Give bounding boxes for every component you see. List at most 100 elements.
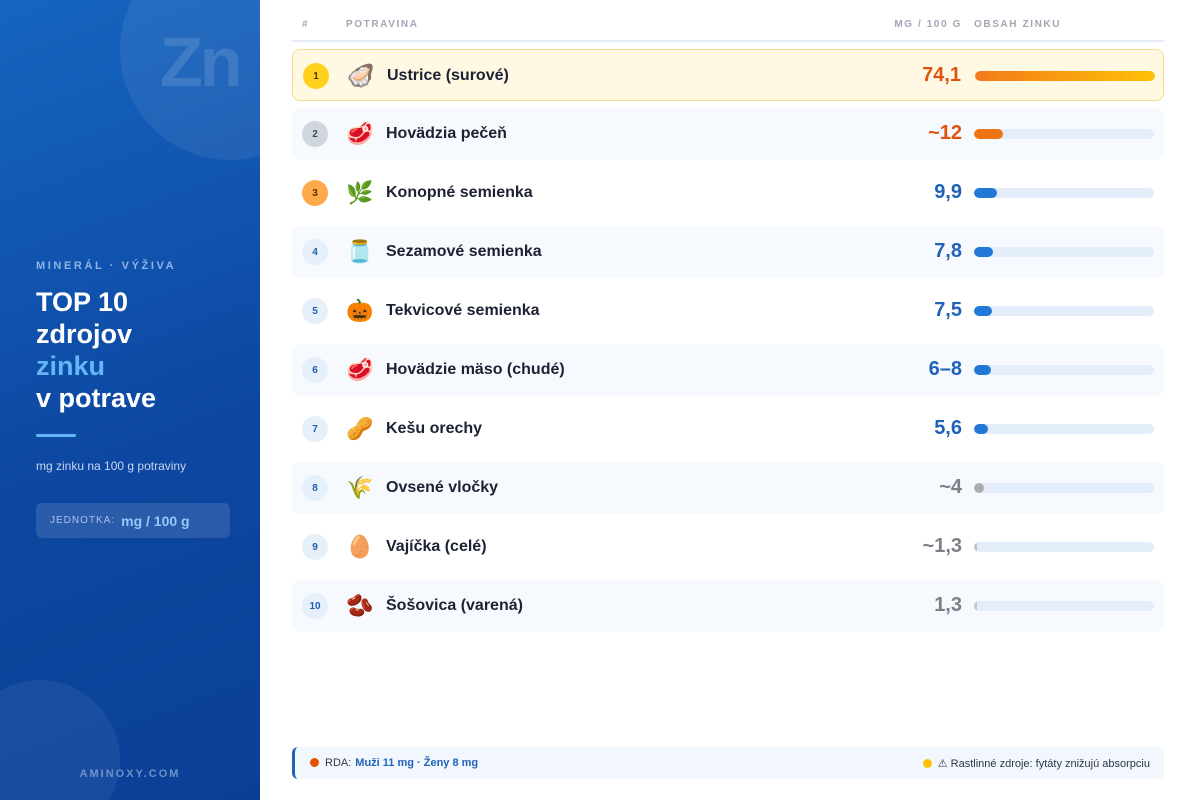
rank-badge: 3 [302,180,328,206]
plant-note-text: ⚠ Rastlinné zdroje: fytáty znižujú absor… [937,758,1150,770]
food-name: Ovsené vločky [386,479,499,496]
info-footer: RDA: Muži 11 mg · Ženy 8 mg ⚠ Rastlinné z… [292,747,1164,779]
zinc-value: ~4 [939,476,962,498]
jar-icon: 🫙 [346,239,374,264]
beans-icon: 🫘 [346,593,374,618]
zinc-bar-track [975,71,1155,81]
rda-info: RDA: Muži 11 mg · Ženy 8 mg [310,757,478,769]
herb-icon: 🌿 [346,180,374,205]
food-name: Hovädzia pečeň [386,125,507,142]
ranking-list: 1 🦪 Ustrice (surové) 74,1 2 🥩 Hovädzia pečeň ~1… [292,49,1164,639]
note-dot-icon [922,759,932,768]
zinc-bar-fill [974,365,991,375]
sidebar-subtitle: mg zinku na 100 g potraviny [36,459,187,473]
unit-badge: JEDNOTKA: mg / 100 g [36,503,230,538]
zinc-bar-track [974,424,1154,434]
zinc-bar-fill [974,247,993,257]
unit-label: JEDNOTKA: [50,515,116,526]
food-name: Šošovica (varená) [386,597,523,614]
zinc-bar-track [974,483,1154,493]
header-mg: MG / 100 G [894,19,962,30]
zinc-value: 7,5 [934,299,962,321]
food-name: Kešu orechy [386,420,483,437]
rank-badge: 2 [302,121,328,147]
rank-badge: 10 [302,593,328,619]
zinc-value: 7,8 [934,240,962,262]
zinc-bar-fill [974,542,978,552]
table-row: 1 🦪 Ustrice (surové) 74,1 [292,49,1164,101]
zinc-bar-track [974,542,1154,552]
title-divider [36,434,76,437]
header-food: POTRAVINA [346,19,419,30]
zinc-bar-track [974,129,1154,139]
zinc-bar-fill [974,424,988,434]
zinc-bar-track [974,247,1154,257]
food-name: Sezamové semienka [386,243,542,260]
unit-value: mg / 100 g [121,512,190,529]
rank-badge: 8 [302,475,328,501]
table-row: 6 🥩 Hovädzie mäso (chudé) 6–8 [292,344,1164,396]
peanut-icon: 🥜 [346,416,374,441]
meat-icon: 🥩 [346,357,374,382]
rda-dot-icon [310,758,319,767]
title-line-2: zdrojov [36,319,133,349]
meat-icon: 🥩 [346,121,374,146]
table-row: 5 🎃 Tekvicové semienka 7,5 [292,285,1164,337]
zinc-bar-track [974,306,1154,316]
food-name: Tekvicové semienka [386,302,540,319]
oyster-icon: 🦪 [347,63,375,88]
title-line-4: v potrave [36,383,157,413]
rank-badge: 6 [302,357,328,383]
rank-badge: 5 [302,298,328,324]
zinc-bar-fill [974,306,992,316]
table-row: 2 🥩 Hovädzia pečeň ~12 [292,108,1164,160]
rank-badge: 9 [302,534,328,560]
zinc-bar-track [974,365,1154,375]
pumpkin-icon: 🎃 [346,298,374,323]
rank-badge: 1 [303,63,329,89]
table-row: 10 🫘 Šošovica (varená) 1,3 [292,580,1164,632]
zinc-value: 74,1 [922,64,961,86]
header-zinc-content: OBSAH ZINKU [974,19,1062,30]
decorative-circle-bottom [0,680,120,800]
sidebar: Zn MINERÁL · VÝŽIVA TOP 10 zdrojov zinku… [0,0,260,800]
food-name: Vajíčka (celé) [386,538,487,555]
food-name: Konopné semienka [386,184,533,201]
page-title: TOP 10 zdrojov zinku v potrave [36,286,156,414]
zinc-value: ~1,3 [922,535,962,557]
zinc-bar-fill [974,483,984,493]
table-row: 9 🥚 Vajíčka (celé) ~1,3 [292,521,1164,573]
zinc-bar-fill [974,601,978,611]
main-content: # POTRAVINA MG / 100 G OBSAH ZINKU 1 🦪 Ust… [260,0,1200,800]
table-row: 8 🌾 Ovsené vločky ~4 [292,462,1164,514]
zinc-value: 9,9 [934,181,962,203]
rank-badge: 4 [302,239,328,265]
table-header: # POTRAVINA MG / 100 G OBSAH ZINKU [292,18,1164,42]
rda-value: Muži 11 mg · Ženy 8 mg [355,757,479,769]
rank-badge: 7 [302,416,328,442]
food-name: Hovädzie mäso (chudé) [386,361,565,378]
zinc-bar-track [974,188,1154,198]
title-line-3: zinku [36,351,106,381]
zinc-value: 1,3 [934,594,962,616]
zinc-value: ~12 [928,122,962,144]
zinc-bar-fill [974,129,1003,139]
title-line-1: TOP 10 [36,287,129,317]
zinc-value: 6–8 [928,358,962,380]
brand-footer: AMINOXY.COM [79,768,181,780]
zinc-bar-fill [975,71,1155,81]
food-name: Ustrice (surové) [387,67,509,84]
zinc-symbol-watermark: Zn [160,23,243,101]
rda-label: RDA: [325,757,352,769]
table-row: 7 🥜 Kešu orechy 5,6 [292,403,1164,455]
zinc-bar-track [974,601,1154,611]
sidebar-eyebrow: MINERÁL · VÝŽIVA [36,260,177,272]
egg-icon: 🥚 [346,534,374,559]
zinc-value: 5,6 [934,417,962,439]
table-row: 3 🌿 Konopné semienka 9,9 [292,167,1164,219]
wheat-icon: 🌾 [346,475,374,500]
header-rank: # [302,19,310,30]
table-row: 4 🫙 Sezamové semienka 7,8 [292,226,1164,278]
zinc-bar-fill [974,188,998,198]
plant-note: ⚠ Rastlinné zdroje: fytáty znižujú absor… [922,757,1150,770]
